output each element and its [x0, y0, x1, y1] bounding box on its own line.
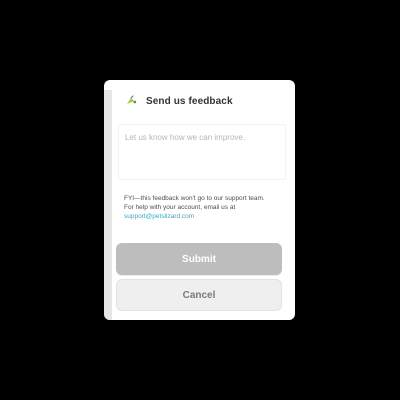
feedback-icon [124, 94, 138, 108]
dialog-header: Send us feedback [124, 94, 233, 108]
support-email-link[interactable]: support@petslizard.com [124, 213, 194, 220]
submit-button[interactable]: Submit [116, 243, 282, 275]
feedback-dialog: Send us feedback FYI—this feedback won't… [104, 80, 295, 320]
cancel-button[interactable]: Cancel [116, 279, 282, 311]
feedback-textarea[interactable] [118, 124, 286, 180]
dialog-title: Send us feedback [146, 95, 233, 107]
feedback-notice: FYI—this feedback won't go to our suppor… [124, 194, 284, 221]
notice-line-2: For help with your account, email us at [124, 204, 236, 211]
left-rail [104, 90, 112, 320]
notice-line-1: FYI—this feedback won't go to our suppor… [124, 195, 265, 202]
